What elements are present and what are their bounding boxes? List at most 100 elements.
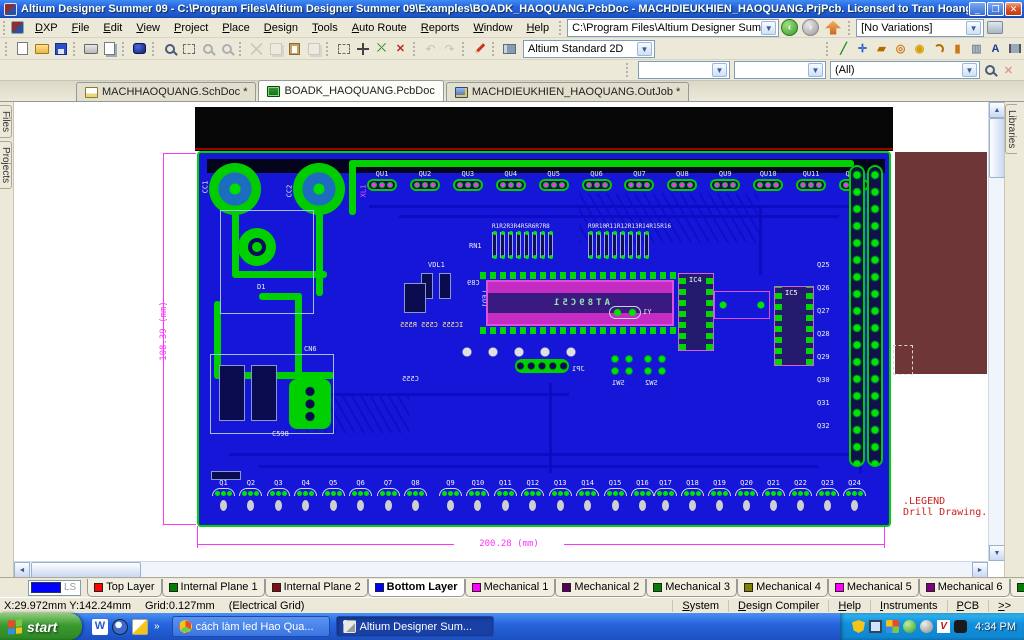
place-arc-icon[interactable] — [929, 40, 948, 58]
layer-tab[interactable]: Mechanical 3 — [646, 578, 738, 597]
show-desktop-icon[interactable] — [132, 618, 148, 635]
clear-filter-icon[interactable]: ✕ — [999, 61, 1018, 79]
zoom-in-icon[interactable] — [198, 40, 217, 58]
library-icon[interactable] — [500, 40, 519, 58]
menu-item[interactable]: DXP — [28, 20, 65, 36]
up-button[interactable] — [825, 20, 842, 35]
transistor[interactable]: Q10 — [466, 479, 490, 511]
layer-tab[interactable]: Mechanical 7 — [1009, 578, 1024, 597]
place-pad-icon[interactable]: ◎ — [891, 40, 910, 58]
timer-ic[interactable] — [404, 283, 426, 313]
zoom-selection-icon[interactable] — [217, 40, 236, 58]
forward-button[interactable]: › — [802, 19, 820, 36]
output-connector[interactable]: QU2 — [409, 170, 440, 191]
scroll-up-icon[interactable]: ▲ — [989, 102, 1004, 118]
browser-icon[interactable] — [112, 618, 128, 635]
menu-item[interactable]: Project — [167, 20, 215, 36]
toolbar-grip[interactable] — [848, 20, 853, 35]
filter-scope-combobox[interactable]: (All) ▼ — [830, 61, 980, 79]
windows-flag-icon[interactable] — [886, 620, 900, 633]
panel-tab-libraries[interactable]: Libraries — [1005, 104, 1017, 155]
layer-tab[interactable]: Bottom Layer — [367, 578, 465, 597]
panel-menu-button[interactable]: PCB — [946, 599, 989, 612]
panel-menu-button[interactable]: Help — [828, 599, 870, 612]
ic4[interactable]: IC4 — [678, 273, 714, 351]
toolbar-grip[interactable] — [5, 41, 10, 56]
chevron-down-icon[interactable]: ▼ — [808, 63, 823, 77]
switch-sw2[interactable] — [642, 353, 670, 377]
print-preview-icon[interactable] — [100, 40, 119, 58]
copy-icon[interactable] — [266, 40, 285, 58]
switch-sw1[interactable] — [609, 353, 637, 377]
toolbar-grip[interactable] — [3, 20, 8, 35]
output-connector[interactable]: QU6 — [581, 170, 612, 191]
capacitor-cc2[interactable] — [293, 163, 345, 215]
deselect-icon[interactable]: ⤬ — [372, 40, 391, 58]
panel-tab-projects[interactable]: Projects — [0, 141, 12, 190]
scroll-left-icon[interactable]: ◄ — [14, 562, 30, 577]
word-icon[interactable]: W — [92, 618, 108, 635]
chevron-down-icon[interactable]: ▼ — [637, 41, 652, 56]
pcb-design-canvas[interactable]: 108.39 (mm) 200.28 (mm) .LEGEND Drill Dr… — [14, 102, 1004, 577]
paste-special-icon[interactable] — [304, 40, 323, 58]
restore-button[interactable]: ❐ — [987, 2, 1004, 16]
transistor[interactable]: Q16 — [630, 479, 654, 511]
layer-tab[interactable]: Internal Plane 1 — [161, 578, 265, 597]
transistor[interactable]: Q8 — [403, 479, 427, 511]
menu-item[interactable]: Auto Route — [345, 20, 414, 36]
toolbar-grip[interactable] — [239, 41, 244, 56]
output-connector[interactable]: QU5 — [538, 170, 569, 191]
transistor[interactable]: Q11 — [493, 479, 517, 511]
layer-tab[interactable]: Mechanical 5 — [827, 578, 919, 597]
toolbar-grip[interactable] — [826, 41, 831, 56]
gray-orb-icon[interactable] — [920, 620, 934, 633]
redo-icon[interactable]: ↷ — [440, 40, 459, 58]
resistor-array-right[interactable]: R9R10R11R12R13R14R15R16 — [588, 223, 671, 259]
transistor[interactable]: Q21 — [762, 479, 785, 511]
output-connector[interactable]: QU8 — [667, 170, 698, 191]
open-icon[interactable] — [32, 40, 51, 58]
toolbar-grip[interactable] — [122, 41, 127, 56]
layer-tab[interactable]: Internal Plane 2 — [264, 578, 368, 597]
output-connector[interactable]: QU11 — [796, 170, 827, 191]
more-panels-button[interactable]: >> — [988, 599, 1020, 612]
document-path-combobox[interactable]: C:\Program Files\Altium Designer Sumr ▼ — [567, 18, 780, 37]
transistor[interactable]: Q15 — [603, 479, 627, 511]
start-button[interactable]: start — [0, 613, 82, 640]
menu-item[interactable]: View — [129, 20, 167, 36]
regulator-block[interactable] — [220, 210, 314, 314]
black-wave-icon[interactable] — [954, 620, 968, 633]
right-connector-column[interactable] — [849, 165, 865, 467]
transistor[interactable]: Q6 — [349, 479, 373, 511]
zoom-document-icon[interactable] — [160, 40, 179, 58]
vertical-scrollbar[interactable]: ▲ ▼ — [988, 102, 1004, 561]
transistor[interactable]: Q5 — [321, 479, 345, 511]
transistor[interactable]: Q7 — [376, 479, 400, 511]
transistor[interactable]: Q24 — [843, 479, 866, 511]
panel-menu-button[interactable]: Instruments — [870, 599, 946, 612]
variations-combobox[interactable]: [No Variations] ▼ — [856, 18, 985, 37]
transistor[interactable]: Q13 — [548, 479, 572, 511]
cut-icon[interactable] — [247, 40, 266, 58]
print-icon[interactable] — [81, 40, 100, 58]
transistor[interactable]: Q18 — [681, 479, 704, 511]
transistor[interactable]: Q14 — [576, 479, 600, 511]
scroll-right-icon[interactable]: ► — [972, 562, 988, 577]
output-connector[interactable]: QU4 — [495, 170, 526, 191]
undo-icon[interactable]: ↶ — [421, 40, 440, 58]
new-document-icon[interactable] — [13, 40, 32, 58]
menu-item[interactable]: Edit — [96, 20, 129, 36]
layer-tab[interactable]: Mechanical 2 — [555, 578, 647, 597]
horizontal-scroll-thumb[interactable] — [31, 562, 141, 577]
transistor[interactable]: Q12 — [521, 479, 545, 511]
output-connector[interactable]: QU3 — [452, 170, 483, 191]
output-connector[interactable]: QU7 — [624, 170, 655, 191]
filter-combobox-2[interactable]: ▼ — [734, 61, 826, 79]
variant-manager-icon[interactable] — [987, 21, 1004, 34]
right-connector-column[interactable] — [867, 165, 883, 467]
chevron-down-icon[interactable]: ▼ — [966, 20, 982, 35]
open-documents-icon[interactable] — [130, 40, 149, 58]
transistor[interactable]: Q20 — [735, 479, 758, 511]
red-v-icon[interactable]: V — [937, 620, 951, 633]
place-coordinate-icon[interactable]: ✛ — [853, 40, 872, 58]
